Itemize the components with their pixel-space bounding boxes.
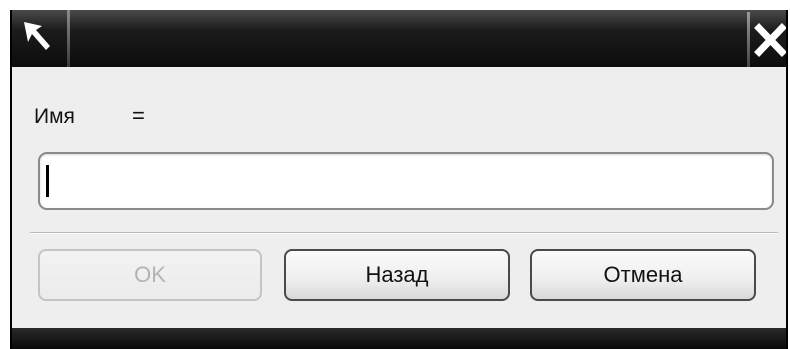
ok-button[interactable]: OK bbox=[38, 249, 262, 301]
title-separator bbox=[747, 12, 750, 67]
equals-label: = bbox=[132, 103, 145, 128]
back-button-label: Назад bbox=[365, 262, 429, 287]
bottom-bar bbox=[12, 328, 786, 349]
close-button[interactable] bbox=[752, 14, 787, 64]
close-icon bbox=[754, 23, 787, 57]
name-label: Имя bbox=[34, 105, 75, 128]
pin-arrow-icon[interactable] bbox=[20, 16, 60, 60]
dialog-window: Имя = OK Назад Отмена bbox=[10, 10, 788, 349]
title-bar[interactable] bbox=[12, 10, 787, 67]
divider-highlight bbox=[30, 233, 778, 234]
title-separator bbox=[67, 10, 70, 67]
name-input[interactable] bbox=[38, 152, 774, 210]
cancel-button[interactable]: Отмена bbox=[530, 249, 756, 301]
text-caret bbox=[46, 165, 49, 197]
back-button[interactable]: Назад bbox=[284, 249, 510, 301]
ok-button-label: OK bbox=[134, 262, 166, 287]
cancel-button-label: Отмена bbox=[603, 262, 683, 287]
